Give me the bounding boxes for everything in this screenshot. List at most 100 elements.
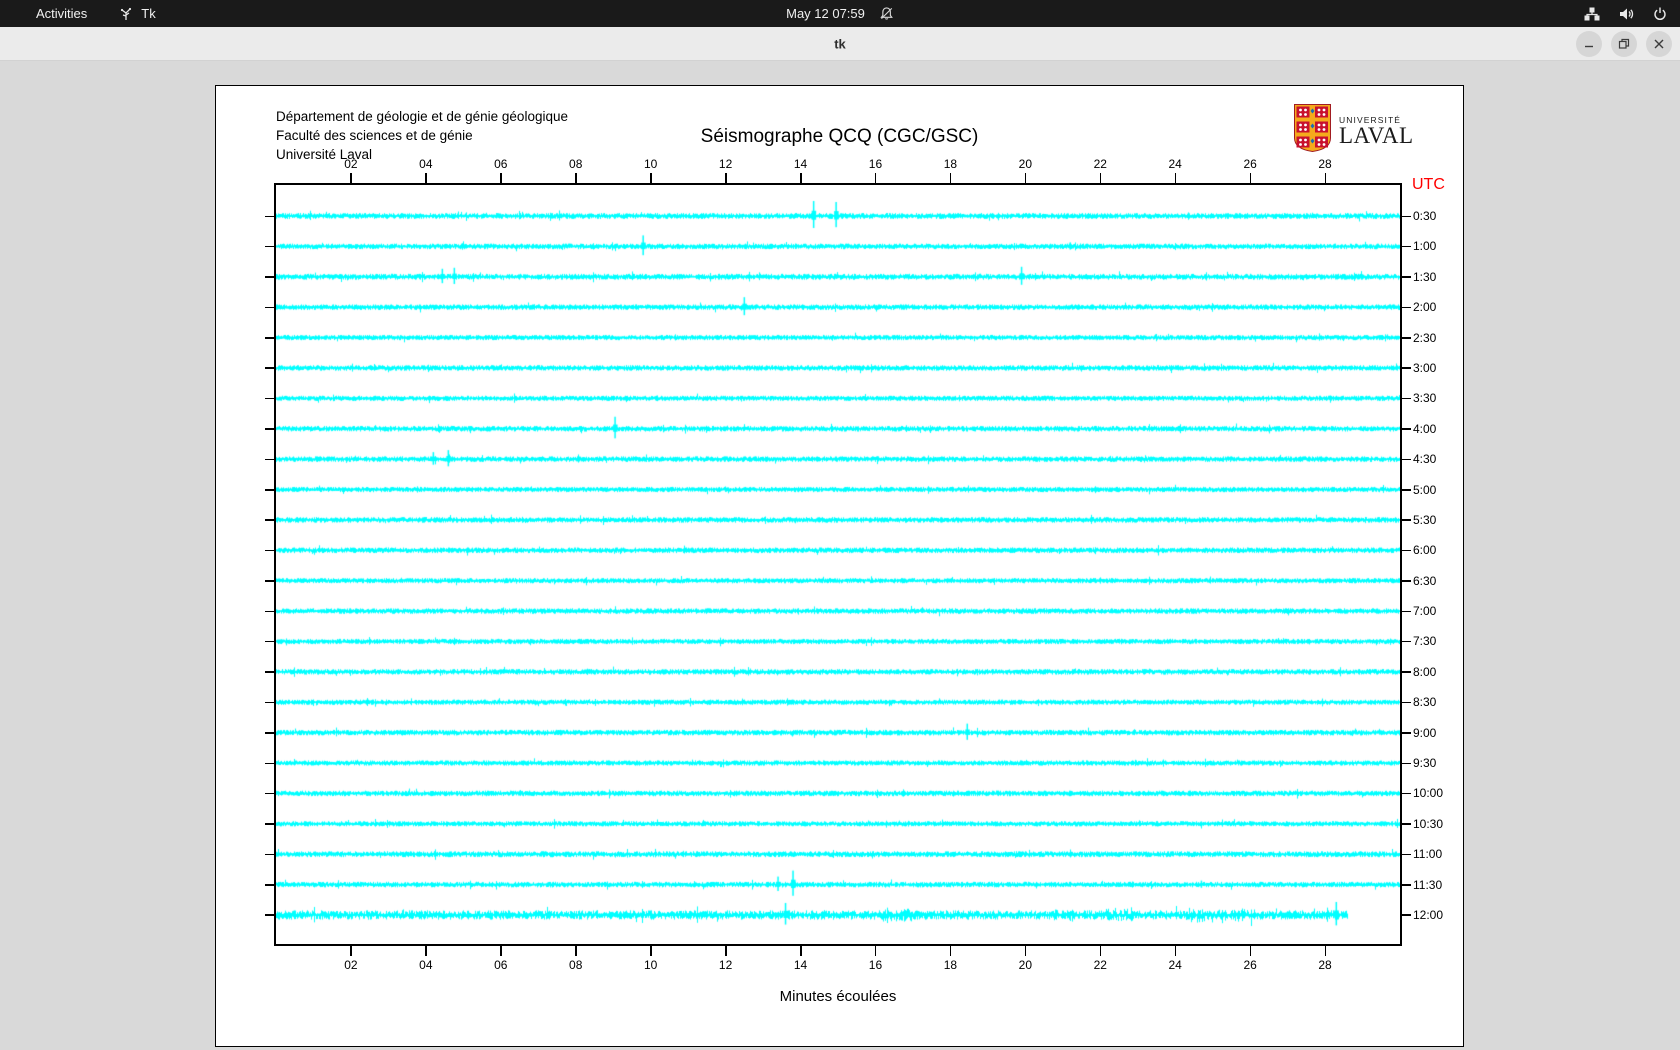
x-axis-title: Minutes écoulées (779, 988, 897, 1005)
institution-line: Département de géologie et de génie géol… (276, 109, 568, 124)
x-axis-tick-top (1249, 173, 1252, 183)
row-tick-left (265, 732, 274, 734)
row-tick-left (265, 489, 274, 491)
x-axis-tick-label-top: 28 (1318, 157, 1332, 171)
row-tick-left (265, 428, 274, 430)
x-axis-tick-label-bottom: 28 (1318, 958, 1332, 972)
row-time-label: 2:30 (1413, 330, 1437, 345)
x-axis-tick-bottom (1324, 946, 1327, 956)
notifications-muted-icon (879, 6, 894, 21)
row-tick-right (1402, 397, 1411, 400)
row-tick-right (1402, 337, 1411, 339)
x-axis-tick-label-bottom: 10 (643, 958, 658, 972)
window-title-bar[interactable]: tk (0, 27, 1680, 61)
activities-button[interactable]: Activities (30, 4, 93, 23)
row-tick-left (265, 276, 274, 278)
row-tick-left (265, 640, 274, 643)
row-tick-right (1402, 245, 1411, 248)
row-tick-left (265, 610, 274, 613)
row-tick-left (265, 397, 274, 400)
minimize-button[interactable] (1576, 31, 1602, 57)
row-tick-left (265, 762, 274, 765)
row-tick-left (265, 245, 274, 248)
utc-label: UTC (1412, 176, 1445, 193)
x-axis-tick-label-top: 12 (718, 157, 733, 171)
row-tick-right (1402, 276, 1411, 278)
row-time-label: 12:00 (1413, 907, 1444, 922)
x-axis-tick-bottom (1174, 946, 1177, 956)
window-title: tk (834, 36, 846, 51)
row-tick-left (265, 884, 274, 886)
x-axis-tick-bottom (575, 946, 577, 956)
row-tick-right (1402, 549, 1411, 552)
row-tick-right (1402, 914, 1411, 916)
laval-logo: UNIVERSITÉ LAVAL (1294, 104, 1414, 157)
x-axis-tick-top (949, 173, 952, 183)
row-tick-right (1402, 732, 1411, 734)
row-time-label: 2:00 (1413, 300, 1437, 315)
row-tick-right (1402, 428, 1411, 430)
app-indicator[interactable]: Tk (119, 6, 156, 21)
row-tick-left (265, 306, 274, 309)
x-axis-tick-bottom (800, 946, 802, 956)
row-tick-left (265, 519, 274, 521)
x-axis-tick-label-top: 10 (643, 157, 658, 171)
x-axis-tick-bottom (874, 946, 877, 956)
x-axis-tick-top (874, 173, 877, 183)
x-axis-tick-top (725, 173, 727, 183)
row-tick-right (1402, 701, 1411, 704)
row-tick-left (265, 823, 274, 825)
maximize-button[interactable] (1611, 31, 1637, 57)
row-tick-left (265, 792, 274, 795)
clock-menu[interactable]: May 12 07:59 (786, 6, 894, 21)
x-axis-tick-top (1024, 173, 1027, 183)
row-tick-right (1402, 823, 1411, 825)
x-axis-tick-bottom (1099, 946, 1102, 956)
row-tick-right (1402, 671, 1411, 673)
chart-title: Séismographe QCQ (CGC/GSC) (700, 126, 979, 147)
row-time-label: 8:30 (1413, 695, 1437, 710)
row-time-label: 11:00 (1413, 847, 1443, 862)
seismogram-plot-box (274, 183, 1402, 946)
row-tick-left (265, 549, 274, 552)
x-axis-tick-label-top: 06 (494, 157, 508, 171)
row-time-label: 8:00 (1413, 664, 1437, 679)
x-axis-tick-label-top: 18 (943, 157, 958, 171)
row-tick-left (265, 701, 274, 704)
institution-line: Faculté des sciences et de génie (276, 128, 473, 143)
x-axis-tick-bottom (1024, 946, 1027, 956)
laval-shield-icon (1294, 104, 1331, 157)
close-button[interactable] (1646, 31, 1672, 57)
x-axis-tick-top (800, 173, 802, 183)
row-tick-left (265, 367, 274, 369)
row-tick-right (1402, 762, 1411, 765)
institution-block: Département de géologie et de génie géol… (276, 107, 568, 164)
x-axis-tick-label-top: 26 (1243, 157, 1257, 171)
row-tick-left (265, 914, 274, 916)
system-tray[interactable] (1584, 6, 1668, 22)
x-axis-tick-label-bottom: 02 (344, 958, 358, 972)
x-axis-tick-top (1324, 173, 1327, 183)
x-axis-tick-label-bottom: 20 (1018, 958, 1033, 972)
x-axis-tick-bottom (949, 946, 952, 956)
row-time-label: 11:30 (1413, 877, 1443, 892)
seismograph-panel: Département de géologie et de génie géol… (215, 85, 1464, 1047)
app-indicator-label: Tk (141, 6, 156, 21)
row-tick-right (1402, 884, 1411, 886)
x-axis-tick-top (575, 173, 577, 183)
row-tick-right (1402, 580, 1411, 582)
row-time-label: 6:00 (1413, 543, 1437, 558)
row-time-label: 1:30 (1413, 269, 1437, 284)
row-time-label: 5:30 (1413, 512, 1437, 527)
x-axis-tick-label-bottom: 26 (1243, 958, 1257, 972)
row-tick-left (265, 215, 274, 217)
volume-icon (1618, 6, 1634, 22)
x-axis-tick-label-bottom: 22 (1093, 958, 1107, 972)
x-axis-tick-top (425, 173, 427, 183)
tk-icon (119, 7, 133, 21)
row-tick-left (265, 671, 274, 673)
x-axis-tick-label-top: 04 (419, 157, 433, 171)
seismogram-traces (276, 185, 1400, 944)
x-axis-tick-bottom (350, 946, 352, 956)
row-time-label: 6:30 (1413, 573, 1437, 588)
